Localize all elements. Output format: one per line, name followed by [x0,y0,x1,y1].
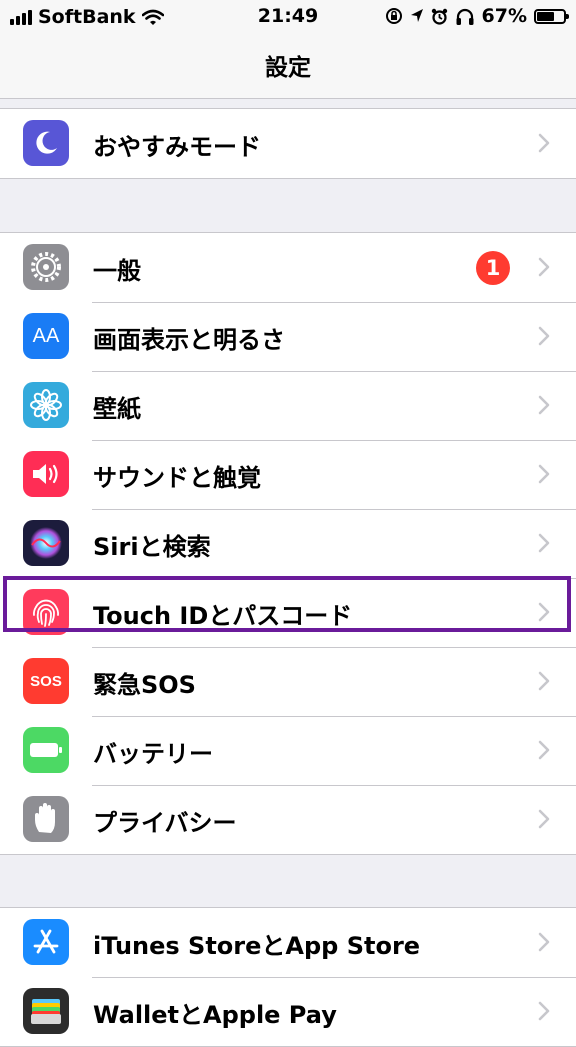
settings-row-wallet-apple-pay[interactable]: WalletとApple Pay [0,977,576,1046]
settings-row-wallpaper[interactable]: 壁紙 [0,371,576,440]
chevron-right-icon [538,257,550,277]
chevron-right-icon [538,326,550,346]
chevron-right-icon [538,671,550,691]
chevron-right-icon [538,1001,550,1021]
moon-icon [23,120,69,166]
row-label: 緊急SOS [93,671,196,699]
settings-row-general[interactable]: 一般 1 [0,233,576,302]
text-size-icon: AA [23,313,69,359]
settings-group-main: 一般 1 AA 画面表示と明るさ 壁紙 サウンドと触覚 Siriと検索 Touc… [0,232,576,855]
battery-setting-icon [23,727,69,773]
navigation-bar: 設定 [0,34,576,99]
settings-group-focus: おやすみモード [0,108,576,179]
siri-icon [23,520,69,566]
row-label: プライバシー [93,809,237,837]
wallet-icon [23,988,69,1034]
settings-row-do-not-disturb[interactable]: おやすみモード [0,109,576,178]
row-label: iTunes StoreとApp Store [93,932,421,960]
text-size-glyph: AA [32,324,60,347]
rotation-lock-icon [385,8,402,24]
headphones-icon [456,8,474,25]
settings-row-itunes-app-store[interactable]: iTunes StoreとApp Store [0,908,576,977]
row-label: 一般 [93,257,141,285]
speaker-icon [23,451,69,497]
gear-icon [23,244,69,290]
alarm-icon [431,8,447,25]
settings-group-store: iTunes StoreとApp Store WalletとApple Pay [0,907,576,1047]
chevron-right-icon [538,932,550,952]
sos-icon: SOS [23,658,69,704]
battery-icon [534,8,569,24]
status-right: 67% [385,5,569,27]
chevron-right-icon [538,464,550,484]
chevron-right-icon [538,395,550,415]
settings-row-siri-search[interactable]: Siriと検索 [0,509,576,578]
highlight-box [3,576,571,632]
chevron-right-icon [538,133,550,153]
row-label: サウンドと触覚 [93,464,261,492]
chevron-right-icon [538,740,550,760]
row-label: WalletとApple Pay [93,1001,337,1029]
hand-icon [23,796,69,842]
settings-row-battery[interactable]: バッテリー [0,716,576,785]
battery-percent: 67% [481,5,527,27]
row-label: バッテリー [93,740,213,768]
chevron-right-icon [538,809,550,829]
row-label: おやすみモード [93,133,261,161]
settings-row-display-brightness[interactable]: AA 画面表示と明るさ [0,302,576,371]
settings-row-sounds-haptics[interactable]: サウンドと触覚 [0,440,576,509]
page-title: 設定 [265,55,311,81]
notification-badge: 1 [476,251,510,285]
flower-icon [23,382,69,428]
row-label: 画面表示と明るさ [93,326,285,354]
row-label: Siriと検索 [93,533,211,561]
sos-glyph: SOS [30,672,62,690]
location-icon [410,9,423,22]
settings-row-privacy[interactable]: プライバシー [0,785,576,854]
app-store-icon [23,919,69,965]
status-bar: SoftBank 21:49 67% [0,0,576,34]
row-label: 壁紙 [93,395,141,423]
chevron-right-icon [538,533,550,553]
settings-row-emergency-sos[interactable]: SOS 緊急SOS [0,647,576,716]
